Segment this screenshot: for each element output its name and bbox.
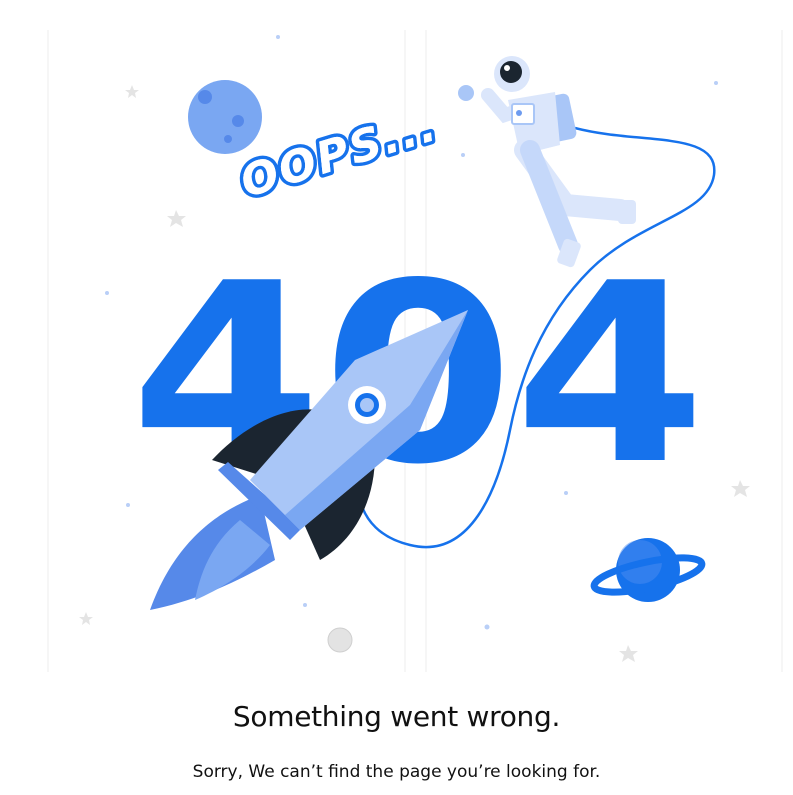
oops-lettering: OOPS... OOPS... — [231, 96, 447, 211]
grey-moon — [327, 627, 353, 653]
error-404-illustration: OOPS... OOPS... 404 — [47, 30, 783, 672]
error-page: OOPS... OOPS... 404 — [0, 0, 793, 795]
oops-text: OOPS... — [235, 100, 444, 208]
ringed-planet-icon — [590, 538, 706, 602]
error-title: Something went wrong. — [232, 700, 561, 733]
error-subtitle: Sorry, We can’t find the page you’re loo… — [192, 762, 601, 782]
moon-icon — [188, 80, 262, 154]
